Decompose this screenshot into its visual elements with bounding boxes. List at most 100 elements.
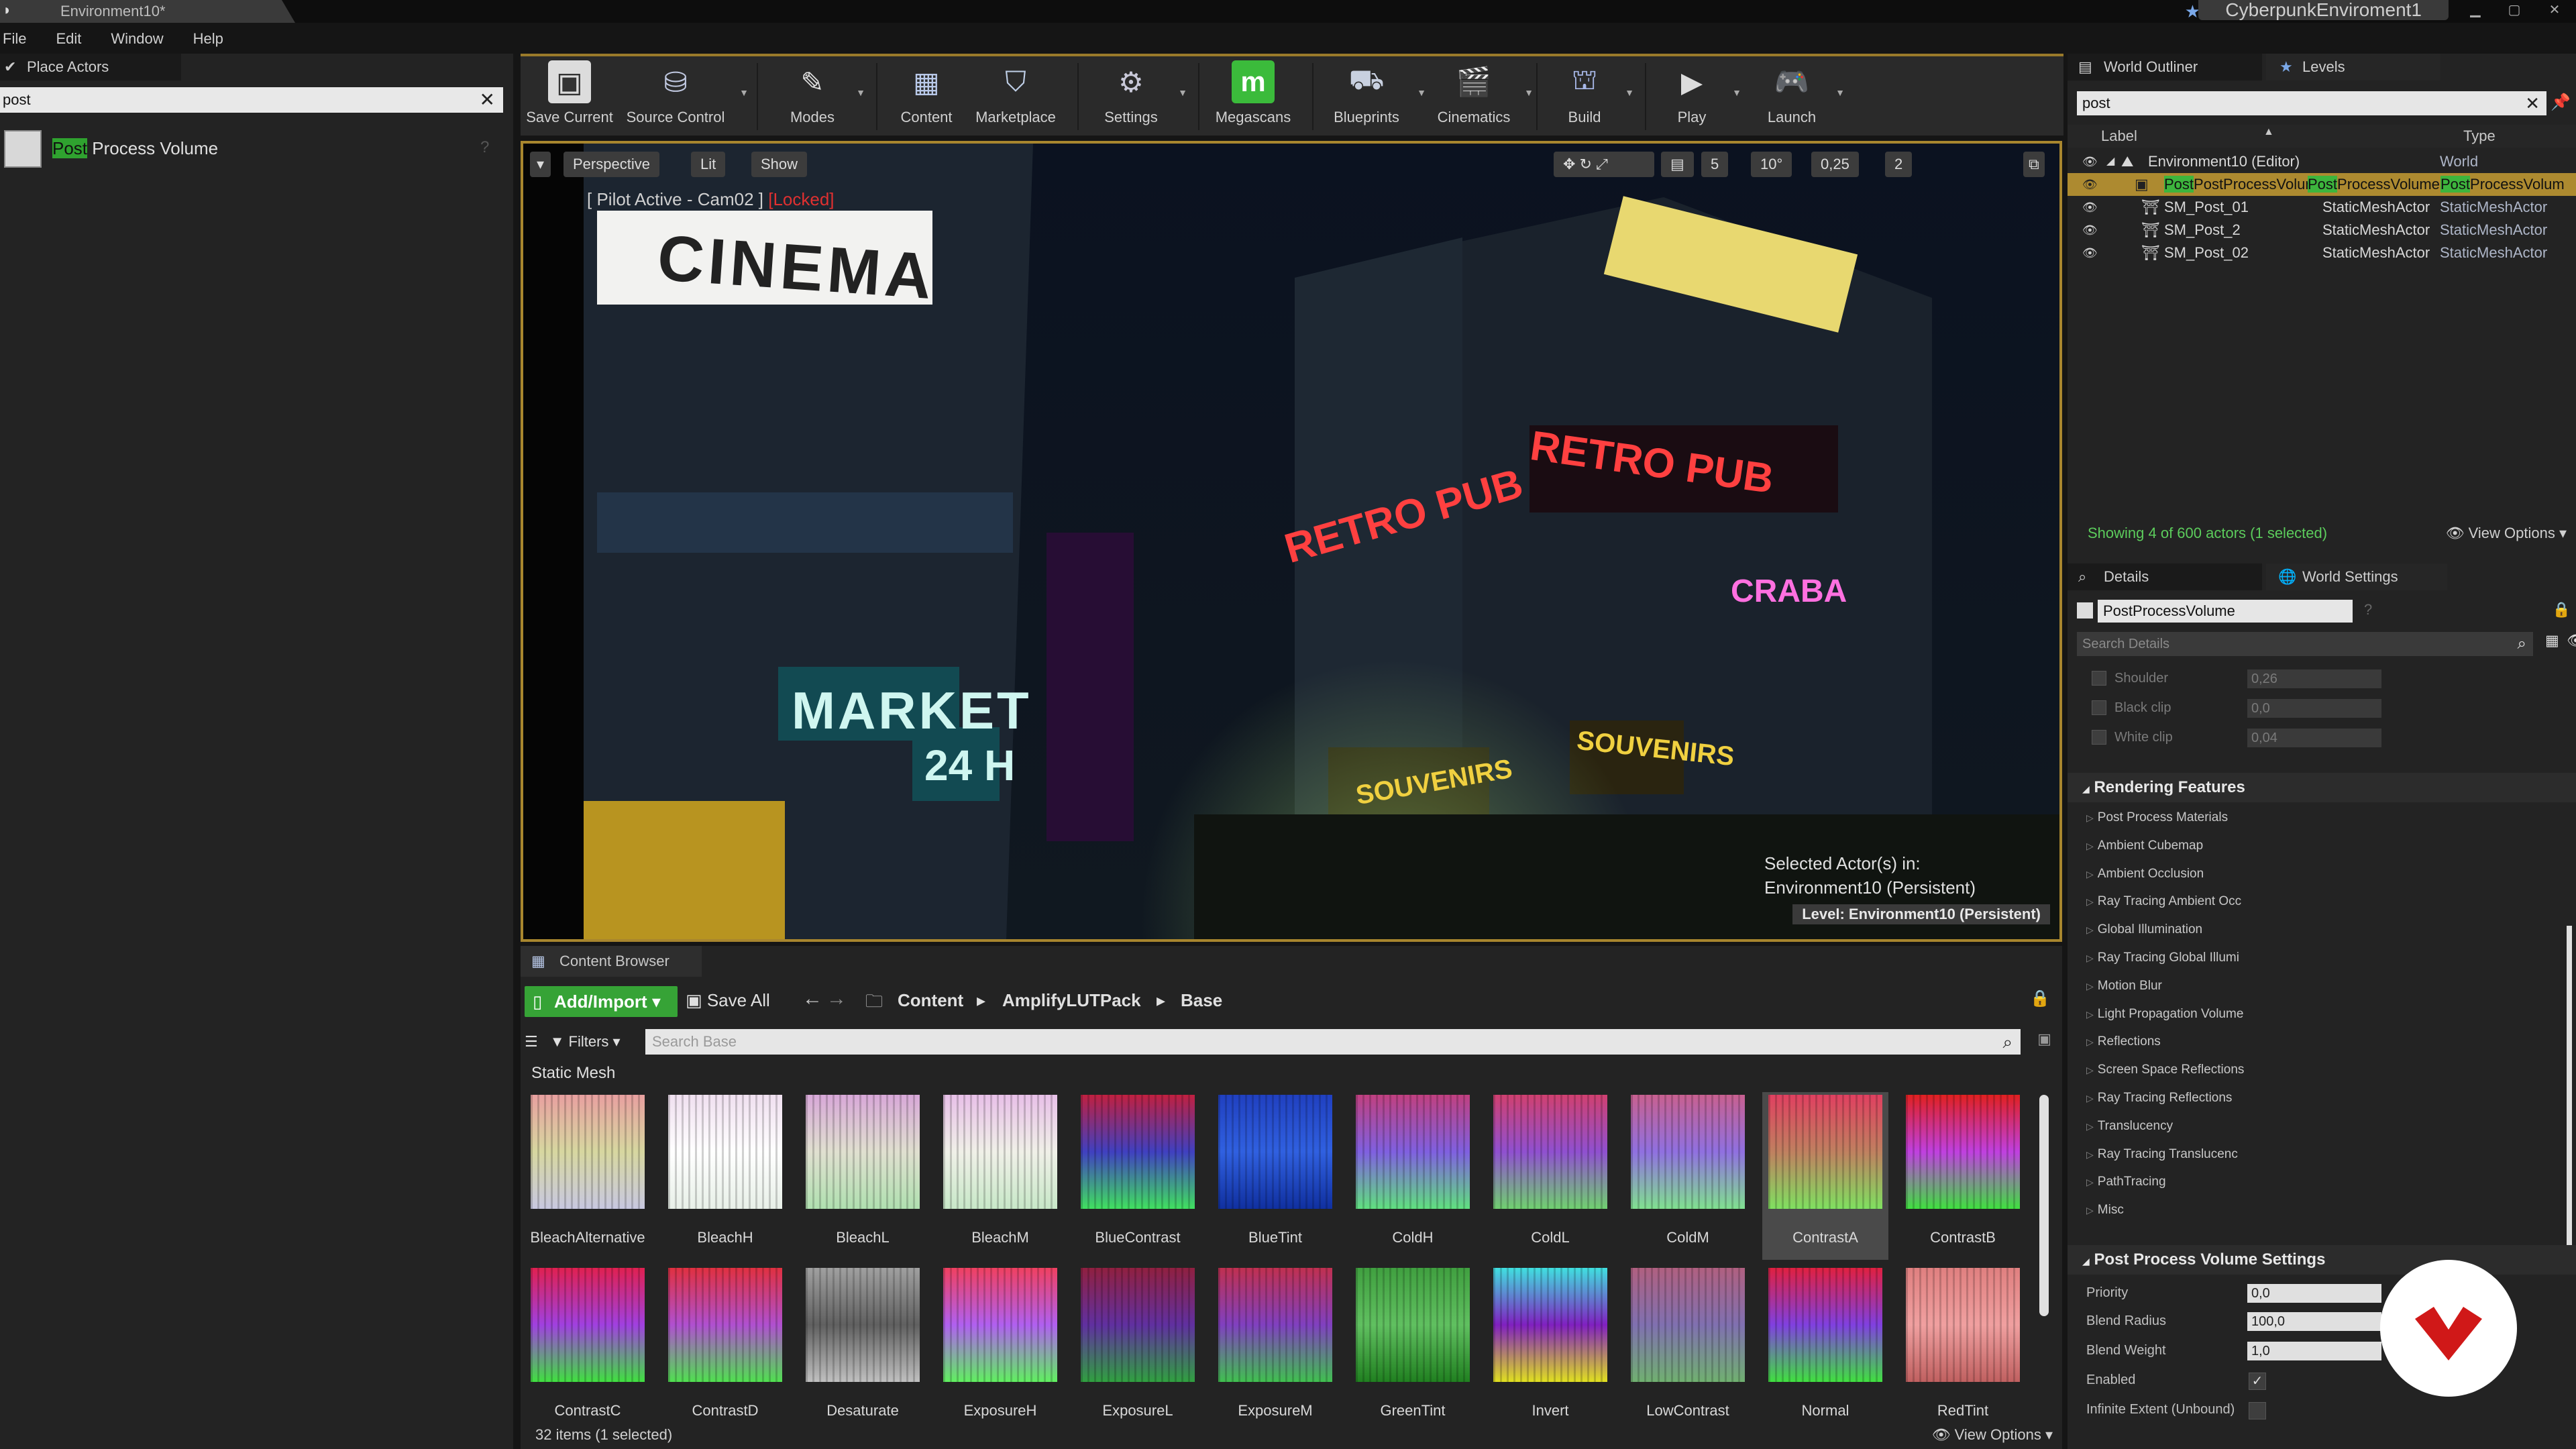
visibility-eye-icon[interactable]: 👁 <box>2082 196 2098 219</box>
lock-icon[interactable]: 🔒 <box>2030 989 2050 1008</box>
content-browser-tab[interactable]: ▦ Content Browser <box>521 946 702 977</box>
rendering-feature-item[interactable]: Ray Tracing Translucenc <box>2068 1140 2576 1169</box>
document-tab[interactable]: Environment10* <box>0 0 295 23</box>
build-button[interactable]: ⛫ Build ▼ <box>1551 60 1634 136</box>
asset-tile[interactable]: ExposureH <box>937 1265 1063 1433</box>
save-current-button[interactable]: ▣ Save Current <box>526 60 613 136</box>
chevron-down-icon[interactable]: ▼ <box>856 87 865 98</box>
lit-button[interactable]: Lit <box>691 152 726 177</box>
viewport-options-button[interactable]: ▾ <box>530 152 551 177</box>
rendering-feature-item[interactable]: Motion Blur <box>2068 972 2576 1000</box>
override-checkbox[interactable] <box>2092 730 2106 745</box>
outliner-row-postprocessvolume[interactable]: 👁 ▣ PostPostProcessVolun PostProcessVolu… <box>2068 173 2576 196</box>
label-column-header[interactable]: Label <box>2101 127 2137 145</box>
camera-speed-value[interactable]: 2 <box>1885 152 1913 177</box>
asset-tile[interactable]: Desaturate <box>800 1265 926 1433</box>
asset-tile[interactable]: ContrastB <box>1900 1092 2026 1260</box>
asset-tile[interactable]: ColdL <box>1487 1092 1613 1260</box>
clear-search-icon[interactable]: ✕ <box>480 87 495 113</box>
type-column-header[interactable]: Type <box>2463 127 2496 145</box>
black-clip-value[interactable]: 0,0 <box>2247 699 2381 718</box>
content-view-options-button[interactable]: 👁 View Options ▾ <box>1932 1426 2053 1444</box>
asset-tile[interactable]: BleachL <box>800 1092 926 1260</box>
asset-tile[interactable]: BleachM <box>937 1092 1063 1260</box>
help-icon[interactable]: ? <box>2364 601 2372 619</box>
rendering-feature-item[interactable]: Ambient Cubemap <box>2068 832 2576 860</box>
place-actors-search-input[interactable]: post ✕ <box>0 87 503 113</box>
asset-tile[interactable]: GreenTint <box>1350 1265 1476 1433</box>
modes-button[interactable]: ✎ Modes ▼ <box>775 60 865 136</box>
asset-tile[interactable]: ContrastC <box>525 1265 651 1433</box>
level-viewport[interactable]: CINEMA MARKET 24 H RETRO PUB RETRO PUB S… <box>521 141 2062 942</box>
chevron-down-icon[interactable]: ▼ <box>1178 87 1187 98</box>
blend-weight-value[interactable]: 1,0 <box>2247 1342 2381 1360</box>
rendering-feature-item[interactable]: Post Process Materials <box>2068 804 2576 832</box>
snap-grid-value[interactable]: 5 <box>1701 152 1729 177</box>
object-name-field[interactable]: PostProcessVolume <box>2098 600 2353 623</box>
content-search-input[interactable]: Search Base ⌕ <box>645 1029 2021 1055</box>
rendering-feature-item[interactable]: Ray Tracing Reflections <box>2068 1084 2576 1112</box>
visibility-eye-icon[interactable]: 👁 <box>2082 219 2098 241</box>
lock-details-icon[interactable]: 🔒 <box>2553 601 2571 619</box>
outliner-row-world[interactable]: 👁 ◢ ⛰ Environment10 (Editor) World <box>2068 150 2576 173</box>
content-button[interactable]: ▦ Content <box>890 60 963 136</box>
asset-tile[interactable]: Invert <box>1487 1265 1613 1433</box>
chevron-down-icon[interactable]: ▼ <box>739 87 749 98</box>
asset-tile[interactable]: ContrastD <box>662 1265 788 1433</box>
rendering-feature-item[interactable]: Global Illumination <box>2068 916 2576 944</box>
maximize-icon[interactable]: ▢ <box>2500 1 2529 19</box>
pin-icon[interactable]: 📌 <box>2551 93 2571 112</box>
property-matrix-icon[interactable]: ▦ <box>2545 632 2559 649</box>
asset-tile[interactable]: ExposureM <box>1212 1265 1338 1433</box>
minimize-icon[interactable]: ▁ <box>2461 1 2490 19</box>
save-search-icon[interactable]: ▣ <box>2037 1030 2051 1048</box>
post-process-volume-item[interactable]: Post Process Volume ? <box>0 129 503 169</box>
rendering-feature-item[interactable]: Ambient Occlusion <box>2068 860 2576 888</box>
visibility-eye-icon[interactable]: 👁 <box>2082 150 2098 173</box>
details-scrollbar[interactable] <box>2567 926 2572 1248</box>
outliner-row-sm-post-01[interactable]: 👁 ⛩ SM_Post_01 StaticMeshActor StaticMes… <box>2068 196 2576 219</box>
breadcrumb-base[interactable]: Base <box>1181 990 1222 1011</box>
breadcrumb-content[interactable]: Content <box>898 990 963 1011</box>
help-icon[interactable]: ? <box>480 138 489 157</box>
place-actors-tab[interactable]: ✔ Place Actors <box>0 54 181 80</box>
outliner-row-sm-post-02[interactable]: 👁 ⛩ SM_Post_02 StaticMeshActor StaticMes… <box>2068 241 2576 264</box>
play-button[interactable]: ▶ Play ▼ <box>1658 60 1741 136</box>
rendering-feature-item[interactable]: Reflections <box>2068 1028 2576 1056</box>
enabled-checkbox[interactable]: ✓ <box>2249 1373 2266 1390</box>
sources-toggle-icon[interactable]: ☰ <box>525 1033 538 1051</box>
save-all-button[interactable]: ▣ Save All <box>686 990 770 1011</box>
asset-tile[interactable]: RedTint <box>1900 1265 2026 1433</box>
asset-tile[interactable]: BleachAlternative <box>525 1092 651 1260</box>
close-icon[interactable]: ✕ <box>2540 1 2569 19</box>
blueprints-button[interactable]: ⛟ Blueprints ▼ <box>1323 60 1426 136</box>
visibility-eye-icon[interactable]: 👁 <box>2082 241 2098 264</box>
blend-radius-value[interactable]: 100,0 <box>2247 1312 2381 1331</box>
scale-snap-value[interactable]: 0,25 <box>1811 152 1859 177</box>
chevron-down-icon[interactable]: ▼ <box>1732 87 1741 98</box>
outliner-row-sm-post-2[interactable]: 👁 ⛩ SM_Post_2 StaticMeshActor StaticMesh… <box>2068 219 2576 241</box>
outliner-search-input[interactable]: post ✕ <box>2077 91 2546 115</box>
breadcrumb-amplifylutpack[interactable]: AmplifyLUTPack <box>1002 990 1141 1011</box>
world-outliner-tab[interactable]: ▤ World Outliner <box>2068 54 2262 80</box>
override-checkbox[interactable] <box>2092 671 2106 686</box>
rendering-feature-item[interactable]: Ray Tracing Ambient Occ <box>2068 888 2576 916</box>
maximize-viewport-icon[interactable]: ⧉ <box>2023 152 2045 177</box>
filters-button[interactable]: ☰ ▼ Filters ▾ <box>525 1029 621 1055</box>
source-control-button[interactable]: ⛁ Source Control ▼ <box>619 60 749 136</box>
chevron-down-icon[interactable]: ▼ <box>1835 87 1845 98</box>
asset-tile[interactable]: BlueTint <box>1212 1092 1338 1260</box>
cinematics-button[interactable]: 🎬 Cinematics ▼ <box>1430 60 1534 136</box>
marketplace-button[interactable]: ⛉ Marketplace <box>969 60 1063 136</box>
asset-tile[interactable]: ColdM <box>1625 1092 1751 1260</box>
clear-search-icon[interactable]: ✕ <box>2525 91 2540 115</box>
asset-tile[interactable]: LowContrast <box>1625 1265 1751 1433</box>
menu-help[interactable]: Help <box>193 30 223 48</box>
surface-snap-icon[interactable]: ▤ <box>1661 152 1694 177</box>
rendering-feature-item[interactable]: Ray Tracing Global Illumi <box>2068 944 2576 972</box>
show-button[interactable]: Show <box>751 152 808 177</box>
override-checkbox[interactable] <box>2092 700 2106 715</box>
transform-tools[interactable]: ✥ ↻ ⤢ <box>1554 152 1654 177</box>
rendering-feature-item[interactable]: Translucency <box>2068 1112 2576 1140</box>
rendering-feature-item[interactable]: Misc <box>2068 1196 2576 1224</box>
